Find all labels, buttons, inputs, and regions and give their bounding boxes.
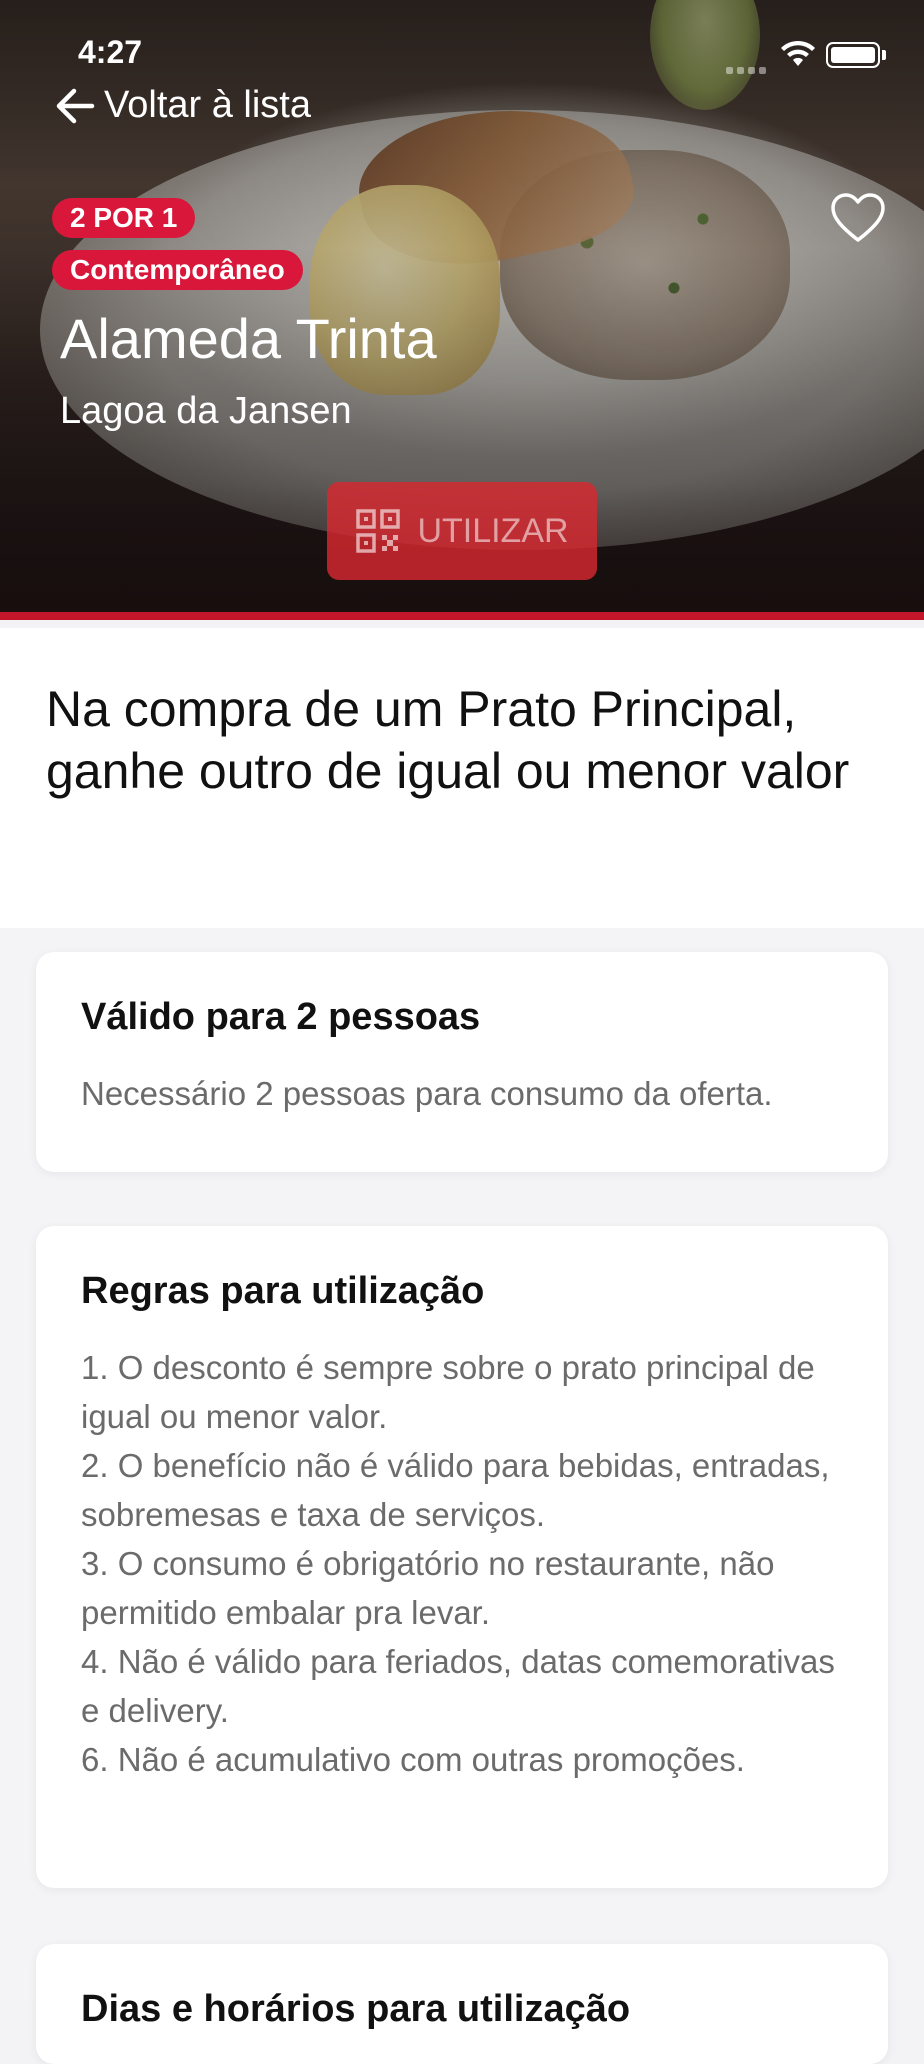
offer-details: Na compra de um Prato Principal, ganhe o…: [0, 628, 924, 2064]
cellular-signal-icon: [726, 56, 774, 74]
rule-item: 2. O benefício não é válido para bebidas…: [81, 1447, 830, 1533]
deal-type-badge: 2 POR 1: [52, 198, 196, 238]
valid-for-body: Necessário 2 pessoas para consumo da ofe…: [81, 1075, 773, 1112]
hero-divider: [0, 612, 924, 620]
back-button[interactable]: Voltar à lista: [54, 84, 311, 127]
battery-icon: [826, 42, 880, 68]
rules-title: Regras para utilização: [81, 1270, 485, 1312]
arrow-left-icon: [56, 88, 95, 123]
wifi-icon: [781, 40, 815, 66]
valid-for-card: Válido para 2 pessoas Necessário 2 pesso…: [36, 952, 888, 1172]
status-time: 4:27: [78, 34, 143, 70]
use-offer-button[interactable]: UTILIZAR: [327, 482, 597, 580]
rule-item: 1. O desconto é sempre sobre o prato pri…: [81, 1349, 815, 1435]
rules-card: Regras para utilização 1. O desconto é s…: [36, 1226, 888, 1888]
restaurant-location: Lagoa da Jansen: [60, 390, 352, 432]
back-label: Voltar à lista: [104, 84, 311, 126]
schedule-card: Dias e horários para utilização: [36, 1944, 888, 2064]
valid-for-title: Válido para 2 pessoas: [81, 996, 481, 1038]
offer-description: Na compra de um Prato Principal, ganhe o…: [46, 681, 850, 799]
schedule-title: Dias e horários para utilização: [81, 1988, 631, 2030]
heart-outline-icon[interactable]: [830, 192, 886, 244]
battery-cap: [882, 50, 886, 60]
rule-item: 6. Não é acumulativo com outras promoçõe…: [81, 1741, 745, 1778]
rule-item: 4. Não é válido para feriados, datas com…: [81, 1643, 835, 1729]
cuisine-badge: Contemporâneo: [52, 250, 303, 290]
restaurant-name: Alameda Trinta: [60, 307, 437, 370]
use-offer-label: UTILIZAR: [417, 511, 569, 550]
qr-code-icon: [356, 509, 401, 553]
rule-item: 3. O consumo é obrigatório no restaurant…: [81, 1545, 775, 1631]
